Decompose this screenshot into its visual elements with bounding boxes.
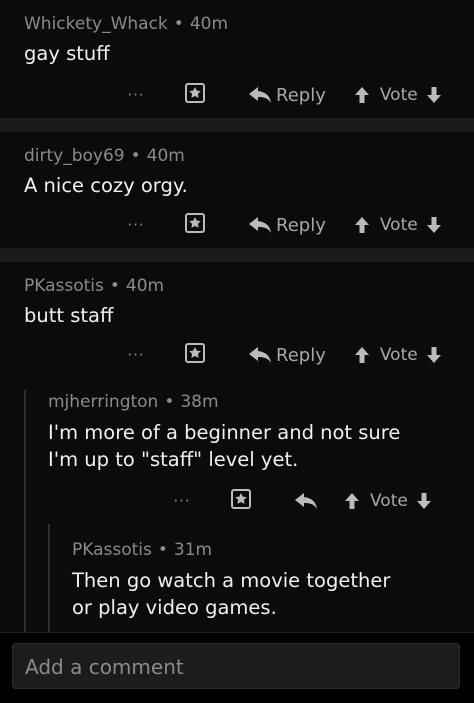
upvote-icon[interactable] (344, 492, 360, 510)
comment-line: I'm more of a beginner and not sure (48, 421, 401, 444)
upvote-icon[interactable] (354, 346, 370, 364)
reply-button[interactable]: Reply (248, 345, 326, 366)
comment-composer: Add a comment (0, 632, 474, 703)
award-icon[interactable] (184, 82, 206, 108)
timestamp: 40m (189, 14, 229, 34)
username[interactable]: Whickety_Whack (24, 14, 168, 34)
reply-label: Reply (276, 214, 326, 236)
comment-text: A nice cozy orgy. (24, 172, 188, 199)
username[interactable]: dirty_boy69 (24, 146, 125, 166)
downvote-icon[interactable] (426, 216, 442, 234)
username[interactable]: PKassotis (24, 276, 104, 296)
reply-icon (249, 87, 271, 103)
comment-meta: dirty_boy69 • 40m (24, 146, 185, 166)
timestamp: 38m (180, 392, 219, 412)
upvote-icon[interactable] (354, 86, 370, 104)
comment-text: Then go watch a movie together or play v… (72, 567, 390, 621)
username[interactable]: mjherrington (48, 392, 158, 412)
vote-control: Vote (354, 85, 442, 105)
comment-thread: PKassotis • 40m butt staff ··· Reply Vote … (0, 262, 474, 632)
vote-label: Vote (379, 85, 418, 105)
comment: Whickety_Whack • 40m gay stuff ··· Reply V… (0, 0, 474, 118)
comment: dirty_boy69 • 40m A nice cozy orgy. ··· Re… (0, 132, 474, 248)
reply-icon (249, 347, 271, 363)
reply-label: Reply (276, 84, 326, 106)
thread-line (24, 390, 26, 632)
vote-control: Vote (354, 345, 442, 365)
vote-label: Vote (379, 215, 418, 235)
comment-text: gay stuff (24, 40, 110, 67)
comment-text: butt staff (24, 302, 113, 329)
thread-line (48, 524, 50, 632)
comment-line: A nice cozy orgy. (24, 174, 188, 197)
reply-icon (295, 493, 317, 509)
timestamp: 40m (125, 276, 165, 296)
reply-button[interactable] (294, 492, 318, 510)
comment-meta: Whickety_Whack • 40m (24, 14, 228, 34)
award-icon[interactable] (184, 342, 206, 368)
meta-dot: • (157, 540, 168, 560)
more-button[interactable]: ··· (124, 216, 148, 234)
meta-dot: • (173, 14, 184, 34)
downvote-icon[interactable] (426, 346, 442, 364)
comment-actions: ··· Reply Vote (124, 80, 442, 110)
comment-actions: ··· Reply Vote (124, 340, 442, 370)
timestamp: 40m (146, 146, 185, 166)
username[interactable]: PKassotis (72, 540, 152, 560)
comment-meta: PKassotis • 31m (72, 540, 212, 560)
reply-icon (249, 217, 271, 233)
comment-line: butt staff (24, 304, 114, 327)
comment-input[interactable]: Add a comment (12, 643, 460, 689)
reply-button[interactable]: Reply (248, 215, 326, 236)
reply-label: Reply (276, 344, 326, 366)
separator (0, 118, 474, 132)
meta-dot: • (130, 146, 141, 166)
separator (0, 248, 474, 262)
comment-actions: ··· Vote (170, 486, 432, 516)
comment-line: or play video games. (72, 596, 277, 619)
upvote-icon[interactable] (354, 216, 370, 234)
award-icon[interactable] (230, 488, 252, 514)
comment-line: I'm up to "staff" level yet. (48, 448, 299, 471)
vote-control: Vote (344, 491, 432, 511)
more-button[interactable]: ··· (124, 86, 148, 104)
vote-label: Vote (370, 491, 408, 511)
comment-meta: PKassotis • 40m (24, 276, 164, 296)
comment-line: Then go watch a movie together (72, 569, 391, 592)
vote-control: Vote (354, 215, 442, 235)
more-button[interactable]: ··· (170, 492, 194, 510)
award-icon[interactable] (184, 212, 206, 238)
downvote-icon[interactable] (416, 492, 432, 510)
comment-text: I'm more of a beginner and not sure I'm … (48, 419, 400, 473)
timestamp: 31m (173, 540, 213, 560)
comment-input-placeholder: Add a comment (25, 655, 184, 679)
comment-line: gay stuff (24, 42, 110, 65)
meta-dot: • (109, 276, 120, 296)
more-button[interactable]: ··· (124, 346, 148, 364)
reply-button[interactable]: Reply (248, 85, 326, 106)
meta-dot: • (164, 392, 175, 412)
comment-meta: mjherrington • 38m (48, 392, 219, 412)
comment-actions: ··· Reply Vote (124, 210, 442, 240)
downvote-icon[interactable] (426, 86, 442, 104)
vote-label: Vote (379, 345, 418, 365)
